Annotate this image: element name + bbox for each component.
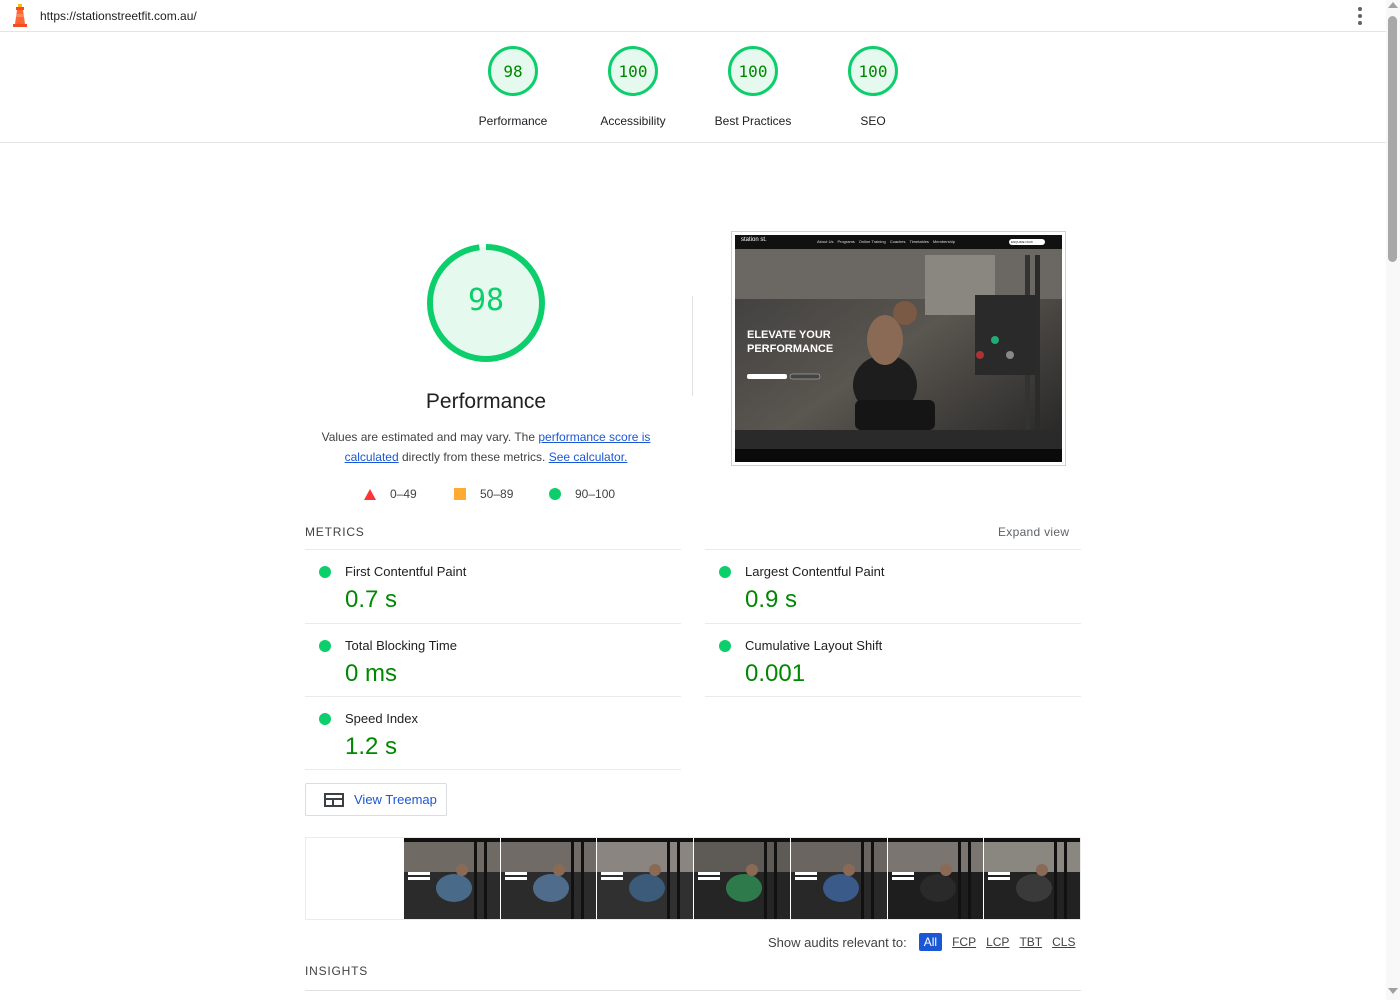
filmstrip-frame [596,838,693,919]
scrollbar[interactable] [1386,0,1400,1000]
pass-icon [719,640,731,652]
gauge-score: 100 [728,46,778,96]
filter-cls[interactable]: CLS [1052,935,1075,949]
screenshot-nav: About Us Programs Online Training Coache… [817,239,955,244]
nav-item: Coaches [889,239,906,244]
metric-fcp: First Contentful Paint 0.7 s [305,549,681,623]
metrics-heading: METRICS [305,525,365,539]
gauge-label: Performance [478,114,548,128]
gauge-label: Best Practices [714,114,792,128]
metric-value: 0.7 s [345,586,398,613]
scroll-down-arrow-icon[interactable] [1388,988,1398,994]
divider [305,990,1081,991]
gauge-label: SEO [860,114,886,128]
url-bar: https://stationstreetfit.com.au/ [0,0,1386,32]
metric-cls: Cumulative Layout Shift 0.001 [705,623,1081,697]
filter-label: Show audits relevant to: [768,934,907,950]
circle-icon [549,488,561,500]
description-text: Values are estimated and may vary. The [321,430,539,444]
pass-icon [319,566,331,578]
divider [305,769,681,770]
filmstrip-frame [306,838,403,919]
metric-name: Largest Contentful Paint [745,564,885,579]
metric-value: 0 ms [345,660,398,687]
lighthouse-icon [13,4,27,27]
gauge-score: 100 [848,46,898,96]
metric-name: Total Blocking Time [345,638,457,653]
performance-description: Values are estimated and may vary. The p… [316,427,656,467]
score-summary: 98 Performance 100 Accessibility 100 Bes… [0,32,1386,143]
nav-item: Online Training [858,239,886,244]
treemap-icon [324,792,344,807]
divider [705,696,1081,697]
metric-value: 0.001 [745,660,806,687]
filmstrip-frame [983,838,1080,919]
scroll-up-arrow-icon[interactable] [1388,2,1398,8]
metric-lcp: Largest Contentful Paint 0.9 s [705,549,1081,623]
legend-average: 50–89 [454,487,513,501]
metric-name: First Contentful Paint [345,564,467,579]
screenshot-cta: ENQUIRE NOW [1011,240,1033,244]
legend-fail: 0–49 [364,487,417,501]
performance-score: 98 [467,283,505,318]
headline-line: ELEVATE YOUR [747,329,831,341]
final-screenshot[interactable]: station st. About Us Programs Online Tra… [731,231,1066,466]
filmstrip-frame [402,838,500,919]
filmstrip [305,837,1081,920]
nav-item: Membership [932,239,955,244]
filter-all[interactable]: All [918,933,943,951]
metric-name: Cumulative Layout Shift [745,638,883,653]
gauge-score: 100 [608,46,658,96]
headline-line: PERFORMANCE [747,343,834,355]
nav-item: Timetables [909,239,929,244]
screenshot-brand: station st. [741,237,767,243]
filmstrip-frame [693,838,790,919]
gauge-seo[interactable]: 100 SEO [813,46,933,128]
performance-title: Performance [425,390,547,413]
metric-tbt: Total Blocking Time 0 ms [305,623,681,697]
nav-item: About Us [817,239,834,244]
screenshot-headline: ELEVATE YOUR PERFORMANCE [747,328,833,356]
filter-tbt[interactable]: TBT [1019,935,1042,949]
filter-lcp[interactable]: LCP [986,935,1009,949]
see-calculator-link[interactable]: See calculator. [549,450,628,464]
pass-icon [319,640,331,652]
pass-icon [719,566,731,578]
gauge-performance[interactable]: 98 Performance [453,46,573,128]
scrollbar-thumb[interactable] [1388,16,1397,262]
gauge-accessibility[interactable]: 100 Accessibility [573,46,693,128]
gauge-best-practices[interactable]: 100 Best Practices [693,46,813,128]
view-treemap-button[interactable]: View Treemap [305,783,447,816]
divider [692,296,693,396]
metric-si: Speed Index 1.2 s [305,696,681,770]
pass-icon [319,713,331,725]
metric-name: Speed Index [345,711,419,726]
legend-pass: 90–100 [549,487,615,501]
filmstrip-frame [499,838,597,919]
treemap-label: View Treemap [354,792,437,807]
triangle-icon [364,488,376,500]
insights-heading: INSIGHTS [305,964,369,978]
metric-value: 0.9 s [745,586,798,613]
filmstrip-frame [789,838,887,919]
description-text: directly from these metrics. [398,450,549,464]
legend-label: 50–89 [480,487,514,501]
filmstrip-frame [886,838,984,919]
screenshot-image: station st. About Us Programs Online Tra… [735,235,1062,462]
legend-label: 90–100 [575,487,616,501]
square-icon [454,488,466,500]
expand-view-toggle[interactable]: Expand view [998,525,1069,539]
audit-filter: Show audits relevant to: All FCP LCP TBT… [768,933,1075,951]
page-url: https://stationstreetfit.com.au/ [40,9,197,23]
filter-fcp[interactable]: FCP [952,935,976,949]
more-options-icon[interactable] [1354,7,1366,25]
legend-label: 0–49 [390,487,417,501]
nav-item: Programs [837,239,855,244]
metric-value: 1.2 s [345,733,398,760]
gauge-score: 98 [488,46,538,96]
gauge-label: Accessibility [600,114,666,128]
